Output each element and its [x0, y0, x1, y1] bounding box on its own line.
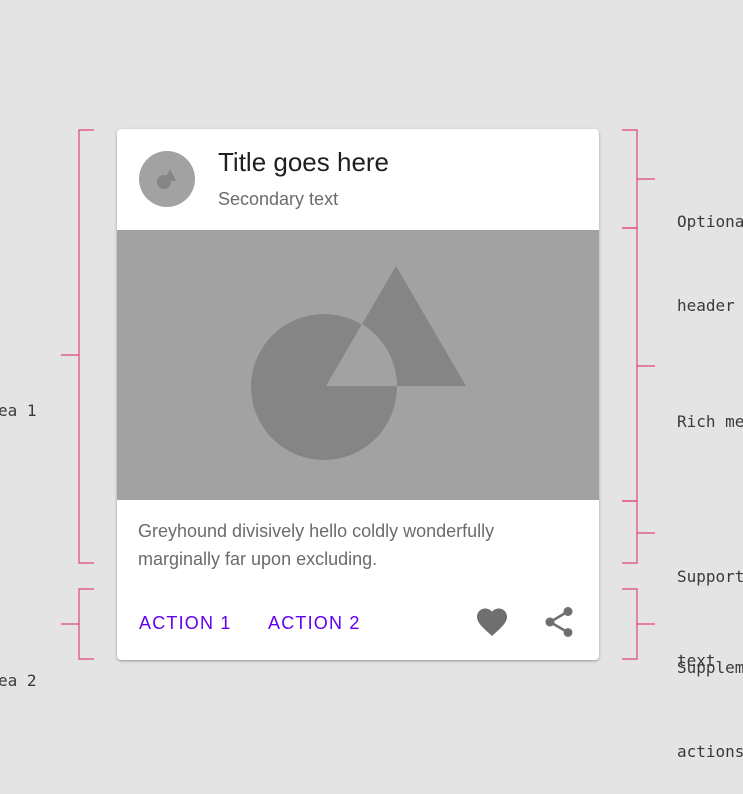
- action-1-button[interactable]: ACTION 1: [139, 613, 232, 634]
- label-actions-line2: actions: [677, 742, 743, 761]
- label-optional-header-line1: Optiona: [677, 212, 743, 231]
- label-area-1-text: ea 1: [0, 401, 37, 420]
- label-area-1: ea 1: [0, 341, 37, 453]
- right-bracket-media: [622, 227, 638, 502]
- right-bracket-header: [622, 129, 638, 229]
- label-actions-line1: Supplem: [677, 658, 743, 677]
- label-supplemental-actions: Supplem actions: [677, 598, 743, 794]
- label-optional-header: Optiona header: [677, 152, 743, 348]
- label-rich-media-text: Rich me: [677, 412, 743, 431]
- label-rich-media: Rich me: [677, 352, 743, 464]
- rich-media: [117, 230, 599, 500]
- card-header: Title goes here Secondary text: [117, 129, 599, 230]
- label-optional-header-line2: header: [677, 296, 735, 315]
- left-bracket-area-1: [78, 129, 94, 564]
- supporting-text: Greyhound divisively hello coldly wonder…: [138, 521, 495, 569]
- shapes-thumbnail-icon: [139, 151, 195, 207]
- label-area-2-text: ea 2: [0, 671, 37, 690]
- right-bracket-actions: [622, 588, 638, 660]
- card-title: Title goes here: [218, 147, 390, 177]
- heart-icon[interactable]: [474, 604, 510, 640]
- card: Title goes here Secondary text Greyhound…: [117, 129, 599, 660]
- label-supporting-line1: Support: [677, 567, 743, 586]
- card-actions: ACTION 1 ACTION 2: [117, 589, 599, 660]
- share-icon[interactable]: [541, 604, 577, 640]
- card-secondary-text: Secondary text: [218, 189, 339, 209]
- label-area-2: ea 2: [0, 611, 37, 723]
- action-2-button[interactable]: ACTION 2: [268, 613, 361, 634]
- left-bracket-area-2: [78, 588, 94, 660]
- right-bracket-supporting: [622, 500, 638, 564]
- media-shapes-illustration: [251, 266, 466, 460]
